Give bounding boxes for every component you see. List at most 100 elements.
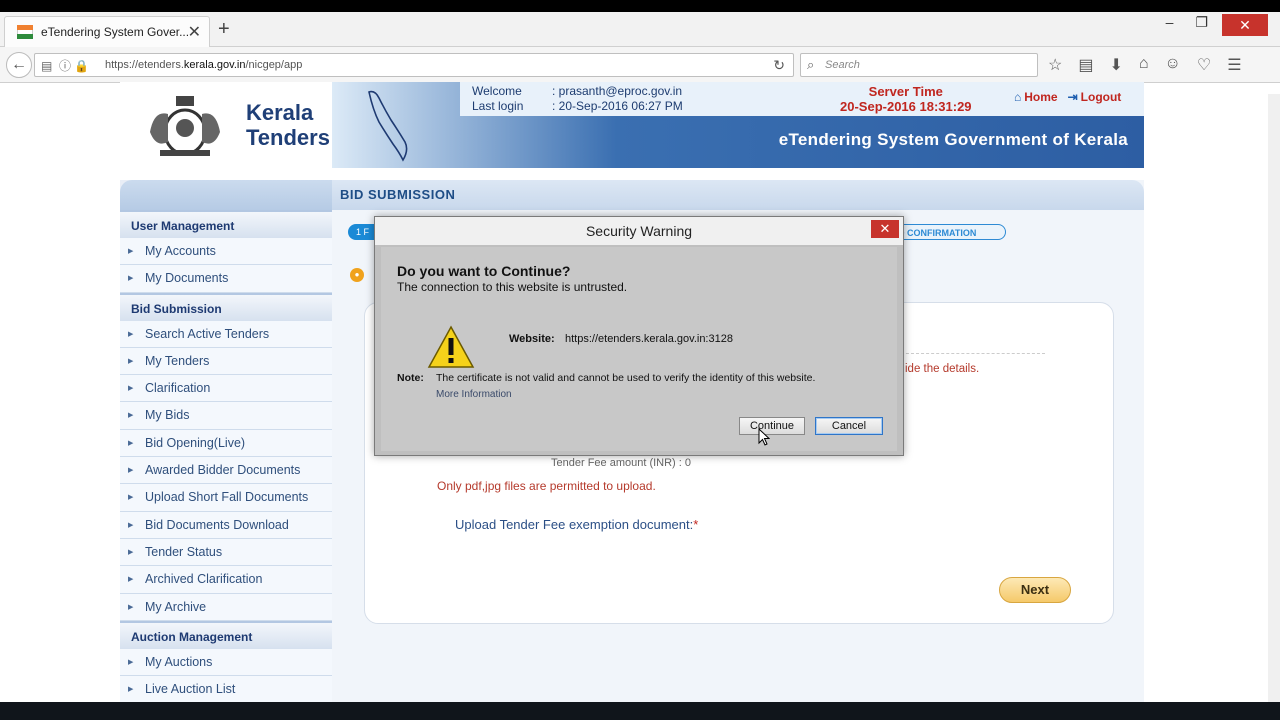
back-arrow-icon[interactable]: ←	[6, 52, 32, 78]
dialog-body: Do you want to Continue? The connection …	[381, 247, 897, 451]
arrow-icon: ▶	[128, 548, 134, 556]
dialog-question: Do you want to Continue?	[397, 263, 571, 279]
arrow-icon: ▶	[128, 330, 134, 338]
brand-logo-text: Kerala Tenders	[246, 100, 330, 150]
home-icon: ⌂	[1014, 90, 1022, 104]
url-identity-icons[interactable]: ▤ ⓘ 🔒	[41, 57, 89, 74]
info-bullet-icon: ●	[350, 268, 364, 282]
browser-navbar: ← ▤ ⓘ 🔒 https://etenders.kerala.gov.in/n…	[0, 47, 1280, 83]
tab-title: eTendering System Gover...	[41, 25, 190, 39]
sidebar-section-bid-submission: Bid Submission	[120, 292, 332, 321]
arrow-icon: ▶	[128, 357, 134, 365]
warning-icon	[427, 325, 475, 368]
cancel-button[interactable]: Cancel	[815, 417, 883, 435]
sidebar-item-my-tenders[interactable]: ▶ My Tenders	[120, 347, 332, 376]
menu-icon[interactable]: ☰	[1227, 55, 1241, 75]
search-input[interactable]: ⌕ Search	[800, 53, 1038, 77]
arrow-icon: ▶	[128, 658, 134, 666]
website-label: Website:	[509, 333, 555, 345]
mouse-cursor-icon	[758, 428, 770, 446]
home-icon[interactable]: ⌂	[1139, 55, 1149, 75]
security-warning-dialog: Security Warning ✕ Do you want to Contin…	[374, 216, 904, 456]
arrow-icon: ▶	[128, 412, 134, 420]
url-bar[interactable]: ▤ ⓘ 🔒 https://etenders.kerala.gov.in/nic…	[34, 53, 794, 77]
welcome-info: Welcome: prasanth@eproc.gov.in Last logi…	[472, 84, 683, 113]
upload-exemption-label: Upload Tender Fee exemption document:*	[455, 517, 699, 532]
logout-link[interactable]: ⇥ Logout	[1068, 90, 1122, 104]
state-emblem-icon	[150, 96, 220, 156]
sidebar-item-bid-opening-live[interactable]: ▶ Bid Opening(Live)	[120, 429, 332, 458]
tab-close-icon[interactable]: ✕	[188, 22, 201, 42]
sidebar-item-my-bids[interactable]: ▶ My Bids	[120, 402, 332, 430]
reload-icon[interactable]: ↻	[773, 57, 785, 74]
dialog-subtitle: The connection to this website is untrus…	[397, 280, 628, 294]
url-text: https://etenders.kerala.gov.in/nicgep/ap…	[105, 59, 303, 71]
file-type-note: Only pdf,jpg files are permitted to uplo…	[437, 479, 656, 493]
sidebar-item-my-archive[interactable]: ▶ My Archive	[120, 593, 332, 621]
instruction-text: ide the details.	[905, 363, 980, 375]
note-value: The certificate is not valid and cannot …	[436, 372, 816, 384]
tender-fee-label: Tender Fee amount (INR) : 0	[551, 457, 692, 469]
os-taskbar	[0, 702, 1280, 720]
website-value: https://etenders.kerala.gov.in:3128	[565, 333, 733, 345]
arrow-icon: ▶	[128, 467, 134, 475]
site-header: Kerala Tenders Welcome: prasanth@eproc.g…	[120, 82, 1144, 168]
minimize-icon[interactable]: –	[1166, 14, 1174, 36]
home-link[interactable]: ⌂ Home	[1014, 90, 1058, 104]
search-icon: ⌕	[807, 57, 815, 72]
next-button[interactable]: Next	[999, 577, 1071, 603]
download-icon[interactable]: ⬇	[1109, 55, 1122, 75]
window-controls: – ❐ ✕	[1166, 14, 1268, 36]
arrow-icon: ▶	[128, 248, 134, 255]
arrow-icon: ▶	[128, 603, 134, 611]
sidebar-item-upload-short-fall-documents[interactable]: ▶ Upload Short Fall Documents	[120, 484, 332, 512]
window-close-icon[interactable]: ✕	[1222, 14, 1268, 36]
sidebar-item-search-active-tenders[interactable]: ▶ Search Active Tenders	[120, 320, 332, 348]
page-title: BID SUBMISSION	[332, 180, 1144, 210]
browser-tab[interactable]: eTendering System Gover... ✕	[4, 16, 210, 47]
pocket-icon[interactable]: ♡	[1197, 55, 1211, 75]
flag-favicon-icon	[17, 25, 33, 39]
continue-button[interactable]: Continue	[739, 417, 805, 435]
user-email: : prasanth@eproc.gov.in	[552, 84, 683, 98]
server-time: Server Time 20-Sep-2016 18:31:29	[840, 84, 972, 114]
dialog-title: Security Warning	[375, 217, 903, 245]
last-login-time: : 20-Sep-2016 06:27 PM	[552, 99, 683, 113]
sidebar: User Management ▶ My Accounts ▶ My Documen…	[120, 180, 332, 702]
sidebar-item-my-accounts[interactable]: ▶ My Accounts	[120, 238, 332, 266]
lock-icon: 🔒	[74, 59, 90, 73]
arrow-icon: ▶	[128, 275, 134, 283]
more-information-link[interactable]: More Information	[436, 389, 512, 400]
scrollbar[interactable]	[1268, 94, 1280, 702]
arrow-icon: ▶	[128, 576, 134, 584]
arrow-icon: ▶	[128, 385, 134, 393]
browser-tabbar: eTendering System Gover... ✕ + – ❐ ✕	[0, 12, 1280, 47]
sidebar-section-auction-management: Auction Management	[120, 620, 332, 649]
system-title: eTendering System Government of Kerala	[778, 130, 1128, 149]
browser-toolbar-icons: ☆ ▤ ⬇ ⌂ ☺ ♡ ☰	[1048, 55, 1242, 75]
reading-list-icon[interactable]: ▤	[1078, 55, 1093, 75]
arrow-icon: ▶	[128, 521, 134, 529]
note-label: Note:	[397, 372, 424, 384]
sidebar-item-bid-documents-download[interactable]: ▶ Bid Documents Download	[120, 511, 332, 539]
restore-icon[interactable]: ❐	[1195, 14, 1208, 36]
arrow-icon: ▶	[128, 494, 134, 502]
sidebar-item-my-documents[interactable]: ▶ My Documents	[120, 265, 332, 293]
sidebar-item-tender-status[interactable]: ▶ Tender Status	[120, 538, 332, 567]
sidebar-section-user-management: User Management	[120, 210, 332, 238]
dialog-close-icon[interactable]: ✕	[871, 220, 899, 238]
sidebar-item-archived-clarification[interactable]: ▶ Archived Clarification	[120, 566, 332, 594]
chat-icon[interactable]: ☺	[1165, 55, 1181, 75]
sidebar-item-awarded-bidder-documents[interactable]: ▶ Awarded Bidder Documents	[120, 457, 332, 485]
bookmark-star-icon[interactable]: ☆	[1048, 55, 1062, 75]
arrow-icon: ▶	[128, 439, 134, 447]
arrow-icon: ▶	[128, 686, 134, 694]
new-tab-icon[interactable]: +	[218, 18, 230, 41]
sidebar-item-live-auction-list[interactable]: ▶ Live Auction List	[120, 676, 332, 702]
sidebar-item-my-auctions[interactable]: ▶ My Auctions	[120, 648, 332, 677]
search-placeholder: Search	[825, 59, 860, 71]
logout-icon: ⇥	[1067, 90, 1078, 104]
sidebar-item-clarification[interactable]: ▶ Clarification	[120, 375, 332, 403]
header-links: ⌂ Home ⇥ Logout	[1014, 90, 1121, 104]
kerala-map-icon	[368, 90, 408, 162]
